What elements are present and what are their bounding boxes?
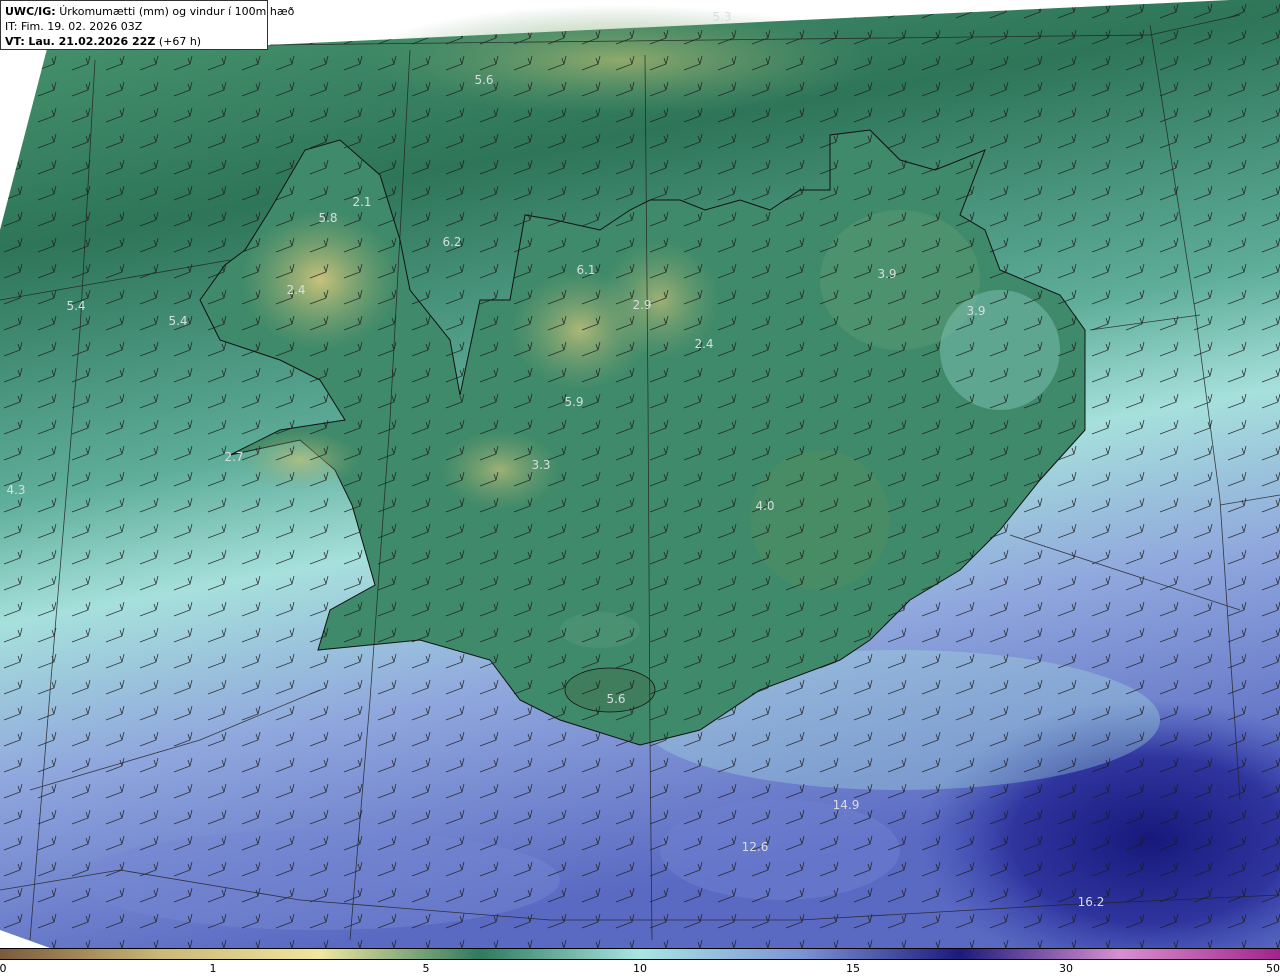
precip-value-label: 5.4: [168, 314, 187, 328]
colorbar-tick-15: 15: [846, 962, 860, 975]
precip-value-label: 6.2: [442, 235, 461, 249]
colorbar-tick-1: 1: [209, 962, 217, 975]
precip-value-label: 5.3: [712, 10, 731, 24]
precip-value-label: 4.0: [755, 499, 774, 513]
colorbar-tick-5: 5: [422, 962, 430, 975]
precip-value-label: 6.1: [576, 263, 595, 277]
precip-value-label: 2.4: [694, 337, 713, 351]
colorbar-tick-50: 50: [1266, 962, 1280, 975]
colorbar-tick-10: 10: [633, 962, 647, 975]
precip-value-label: 3.9: [966, 304, 985, 318]
precip-value-label: 5.9: [564, 395, 583, 409]
init-time-prefix: IT:: [5, 20, 18, 33]
forecast-hour: (+67 h): [158, 35, 202, 48]
precip-value-label: 14.9: [833, 798, 860, 812]
valid-time-prefix: VT:: [5, 35, 25, 48]
precip-value-label: 3.9: [877, 267, 896, 281]
precip-value-label: 12.6: [742, 840, 769, 854]
precip-value-label: 5.8: [318, 211, 337, 225]
map-info-box: UWC/IG: Úrkomumætti (mm) og vindur í 100…: [0, 0, 294, 50]
colorbar-tick-30: 30: [1059, 962, 1073, 975]
init-time: Fim. 19. 02. 2026 03Z: [20, 20, 143, 33]
precip-value-label: 2.1: [352, 195, 371, 209]
colorbar: 0 1 5 10 15 30 50: [0, 948, 1280, 978]
precip-value-label: 5.4: [66, 299, 85, 313]
precip-value-label: 16.2: [1078, 895, 1105, 909]
precipitation-wind-map: 5.3 5.6 5.8 2.1 6.2 5.4 5.4 2.4 6.1 2.9 3.9 3.9 2.4 5…: [0, 0, 1280, 948]
precip-value-label: 2.4: [286, 283, 305, 297]
precip-value-label: 3.3: [531, 458, 550, 472]
precip-value-label: 4.3: [6, 483, 25, 497]
precip-value-label: 5.6: [606, 692, 625, 706]
colorbar-tick-0: 0: [0, 962, 7, 975]
precip-value-label: 2.9: [632, 298, 651, 312]
colorbar-strip: [0, 948, 1280, 960]
precip-value-label: 5.6: [474, 73, 493, 87]
model-prefix: UWC/IG:: [5, 5, 56, 18]
valid-time: Lau. 21.02.2026 22Z: [28, 35, 156, 48]
map-title: Úrkomumætti (mm) og vindur í 100m hæð: [59, 5, 295, 18]
precip-value-label: 2.7: [224, 450, 243, 464]
